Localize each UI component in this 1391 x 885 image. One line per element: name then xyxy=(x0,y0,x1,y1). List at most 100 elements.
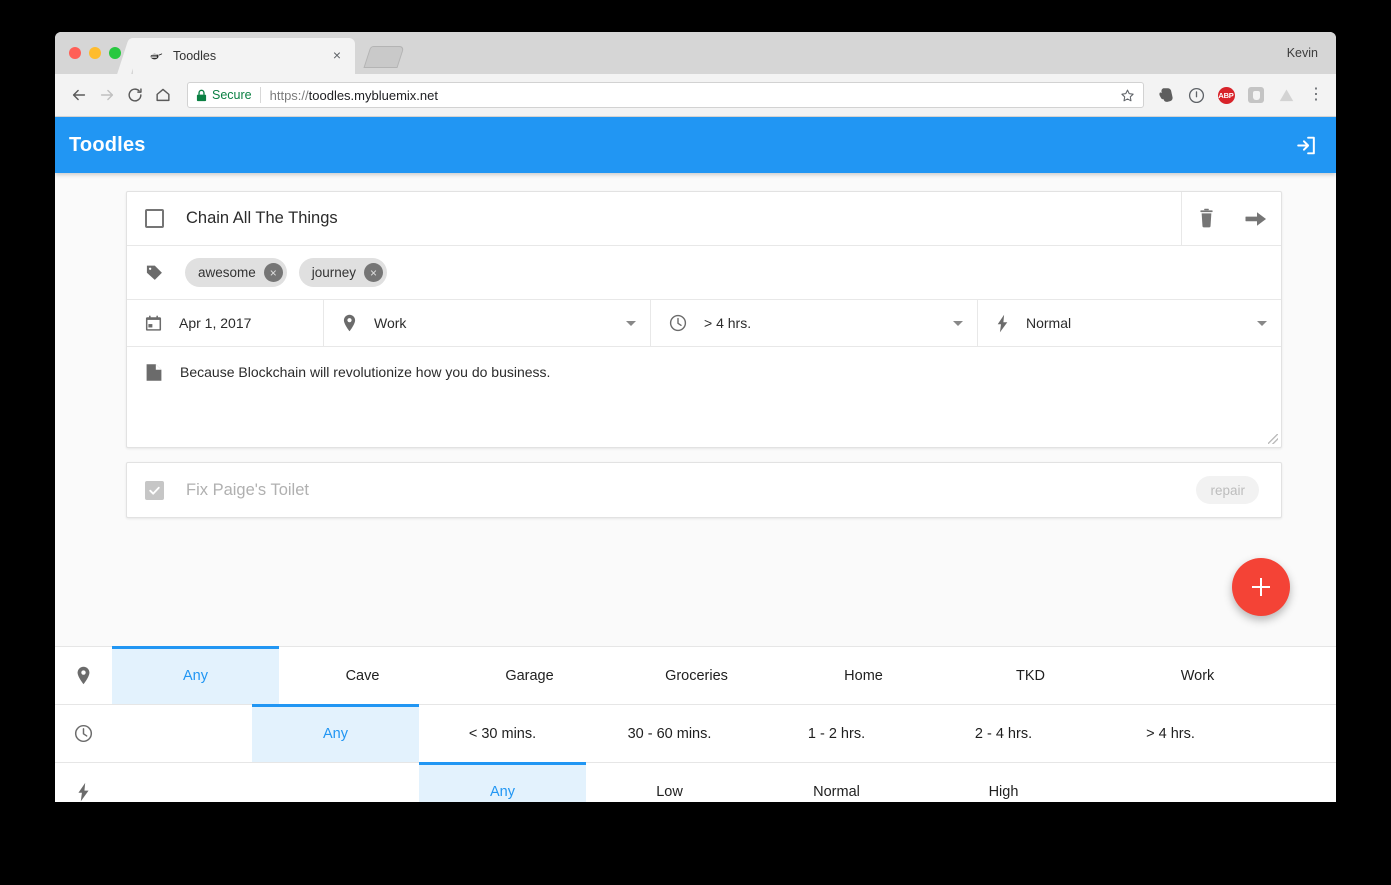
lastpass-square xyxy=(1248,87,1264,103)
lastpass-extension-icon[interactable] xyxy=(1246,85,1266,105)
google-drive-extension-icon[interactable] xyxy=(1276,85,1296,105)
tag-chip[interactable]: awesome × xyxy=(185,258,287,287)
browser-toolbar: Secure https://toodles.mybluemix.net ABP… xyxy=(55,74,1336,117)
task-checkbox[interactable] xyxy=(145,480,164,500)
task-title[interactable]: Fix Paige's Toilet xyxy=(186,481,309,500)
tag-chip[interactable]: journey × xyxy=(298,258,388,287)
remove-tag-icon[interactable]: × xyxy=(263,263,283,282)
logout-icon[interactable] xyxy=(1293,133,1318,158)
task-date-value: Apr 1, 2017 xyxy=(179,315,252,331)
filter-tab-location-tkd[interactable]: TKD xyxy=(947,647,1114,704)
adblock-plus-extension-icon[interactable]: ABP xyxy=(1216,85,1236,105)
browser-tab[interactable]: Toodles × xyxy=(133,38,355,74)
task-tags-row: awesome × journey × xyxy=(127,246,1281,300)
chevron-down-icon[interactable] xyxy=(1257,320,1267,326)
filter-tab-priority-normal[interactable]: Normal xyxy=(753,763,920,802)
url-scheme: https:// xyxy=(269,87,309,103)
task-duration-field[interactable]: > 4 hrs. xyxy=(651,300,978,346)
filter-tab-duration-30-60[interactable]: 30 - 60 mins. xyxy=(586,705,753,762)
address-bar[interactable]: Secure https://toodles.mybluemix.net xyxy=(187,82,1144,108)
browser-tab-strip: Toodles × Kevin xyxy=(55,32,1336,74)
filter-tab-location-groceries[interactable]: Groceries xyxy=(613,647,780,704)
move-icon[interactable] xyxy=(1241,204,1271,234)
home-icon[interactable] xyxy=(149,81,177,109)
browser-extensions: ABP ⋮ xyxy=(1152,85,1326,105)
plus-icon xyxy=(1251,577,1271,597)
task-header-row: Chain All The Things xyxy=(127,192,1281,246)
task-date-field[interactable]: Apr 1, 2017 xyxy=(127,300,324,346)
app-title: Toodles xyxy=(69,133,146,156)
close-window-button[interactable] xyxy=(69,47,81,59)
app-header: Toodles xyxy=(55,117,1336,173)
filter-tab-priority-low[interactable]: Low xyxy=(586,763,753,802)
task-header-row: Fix Paige's Toilet repair xyxy=(127,463,1281,517)
maximize-window-button[interactable] xyxy=(109,47,121,59)
minimize-window-button[interactable] xyxy=(89,47,101,59)
task-location-field[interactable]: Work xyxy=(324,300,651,346)
lightning-bolt-icon xyxy=(55,763,112,802)
filter-tab-priority-any[interactable]: Any xyxy=(419,762,586,802)
lock-icon xyxy=(196,89,207,102)
priority-filter-tabs: Any Low Normal High xyxy=(112,762,1336,802)
reload-icon[interactable] xyxy=(121,81,149,109)
task-notes-row[interactable]: Because Blockchain will revolutionize ho… xyxy=(127,347,1281,447)
note-icon xyxy=(145,363,163,447)
toodles-favicon-icon xyxy=(147,48,163,64)
task-header-main: Chain All The Things xyxy=(127,192,1181,245)
task-title[interactable]: Chain All The Things xyxy=(186,209,338,228)
filter-tab-duration-any[interactable]: Any xyxy=(252,704,419,762)
task-card-expanded: Chain All The Things awesome × journey ×… xyxy=(126,191,1282,448)
toodles-app: Toodles Chain All The Things awesome × j… xyxy=(55,117,1336,802)
browser-tab-title: Toodles xyxy=(173,49,217,63)
close-tab-button[interactable]: × xyxy=(329,48,345,64)
clock-icon xyxy=(669,314,687,332)
remove-tag-icon[interactable]: × xyxy=(364,263,384,282)
task-meta-row: Apr 1, 2017 Work > 4 hrs. Normal xyxy=(127,300,1281,347)
tag-icon xyxy=(145,263,164,282)
filter-tab-priority-high[interactable]: High xyxy=(920,763,1087,802)
filter-tab-location-work[interactable]: Work xyxy=(1114,647,1281,704)
filter-tab-duration-gt4[interactable]: > 4 hrs. xyxy=(1087,705,1254,762)
filter-tab-location-home[interactable]: Home xyxy=(780,647,947,704)
back-icon[interactable] xyxy=(65,81,93,109)
tag-chip[interactable]: repair xyxy=(1196,476,1259,504)
bookmark-star-icon[interactable] xyxy=(1120,88,1135,103)
url-host: toodles.mybluemix.net xyxy=(308,87,438,103)
filter-tab-duration-2-4[interactable]: 2 - 4 hrs. xyxy=(920,705,1087,762)
chevron-down-icon[interactable] xyxy=(953,320,963,326)
window-traffic-lights xyxy=(69,47,121,59)
filter-tab-location-garage[interactable]: Garage xyxy=(446,647,613,704)
task-tags: repair xyxy=(1196,476,1263,504)
filter-tab-location-cave[interactable]: Cave xyxy=(279,647,446,704)
filter-tab-duration-lt30[interactable]: < 30 mins. xyxy=(419,705,586,762)
address-bar-url: https://toodles.mybluemix.net xyxy=(270,88,438,103)
evernote-extension-icon[interactable] xyxy=(1156,85,1176,105)
browser-menu-icon[interactable]: ⋮ xyxy=(1306,85,1326,105)
location-pin-icon xyxy=(55,647,112,704)
secure-label: Secure xyxy=(212,88,252,102)
task-duration-value: > 4 hrs. xyxy=(704,315,752,331)
task-priority-field[interactable]: Normal xyxy=(978,300,1281,346)
task-checkbox[interactable] xyxy=(145,209,164,228)
duration-filter-tabs: Any < 30 mins. 30 - 60 mins. 1 - 2 hrs. … xyxy=(112,704,1336,762)
browser-profile-name[interactable]: Kevin xyxy=(1287,46,1318,60)
task-location-value: Work xyxy=(374,315,407,331)
calendar-icon xyxy=(145,315,162,332)
lightning-bolt-icon xyxy=(996,314,1009,333)
location-filter-tabs: Any Cave Garage Groceries Home TKD Work xyxy=(112,646,1336,704)
browser-window: Toodles × Kevin Secure https://toodles.m… xyxy=(55,32,1336,802)
tag-chip-label: awesome xyxy=(198,265,256,280)
add-task-button[interactable] xyxy=(1232,558,1290,616)
delete-icon[interactable] xyxy=(1192,204,1222,234)
filter-tab-location-any[interactable]: Any xyxy=(112,646,279,704)
filter-tab-duration-1-2[interactable]: 1 - 2 hrs. xyxy=(753,705,920,762)
filter-row-duration: Any < 30 mins. 30 - 60 mins. 1 - 2 hrs. … xyxy=(55,704,1336,763)
new-tab-button[interactable] xyxy=(363,46,405,68)
task-priority-value: Normal xyxy=(1026,315,1072,331)
chevron-down-icon[interactable] xyxy=(626,320,636,326)
task-card-completed: Fix Paige's Toilet repair xyxy=(126,462,1282,518)
resize-handle[interactable] xyxy=(1268,434,1278,444)
pocket-extension-icon[interactable] xyxy=(1186,85,1206,105)
forward-icon[interactable] xyxy=(93,81,121,109)
filter-row-location: Any Cave Garage Groceries Home TKD Work xyxy=(55,646,1336,705)
